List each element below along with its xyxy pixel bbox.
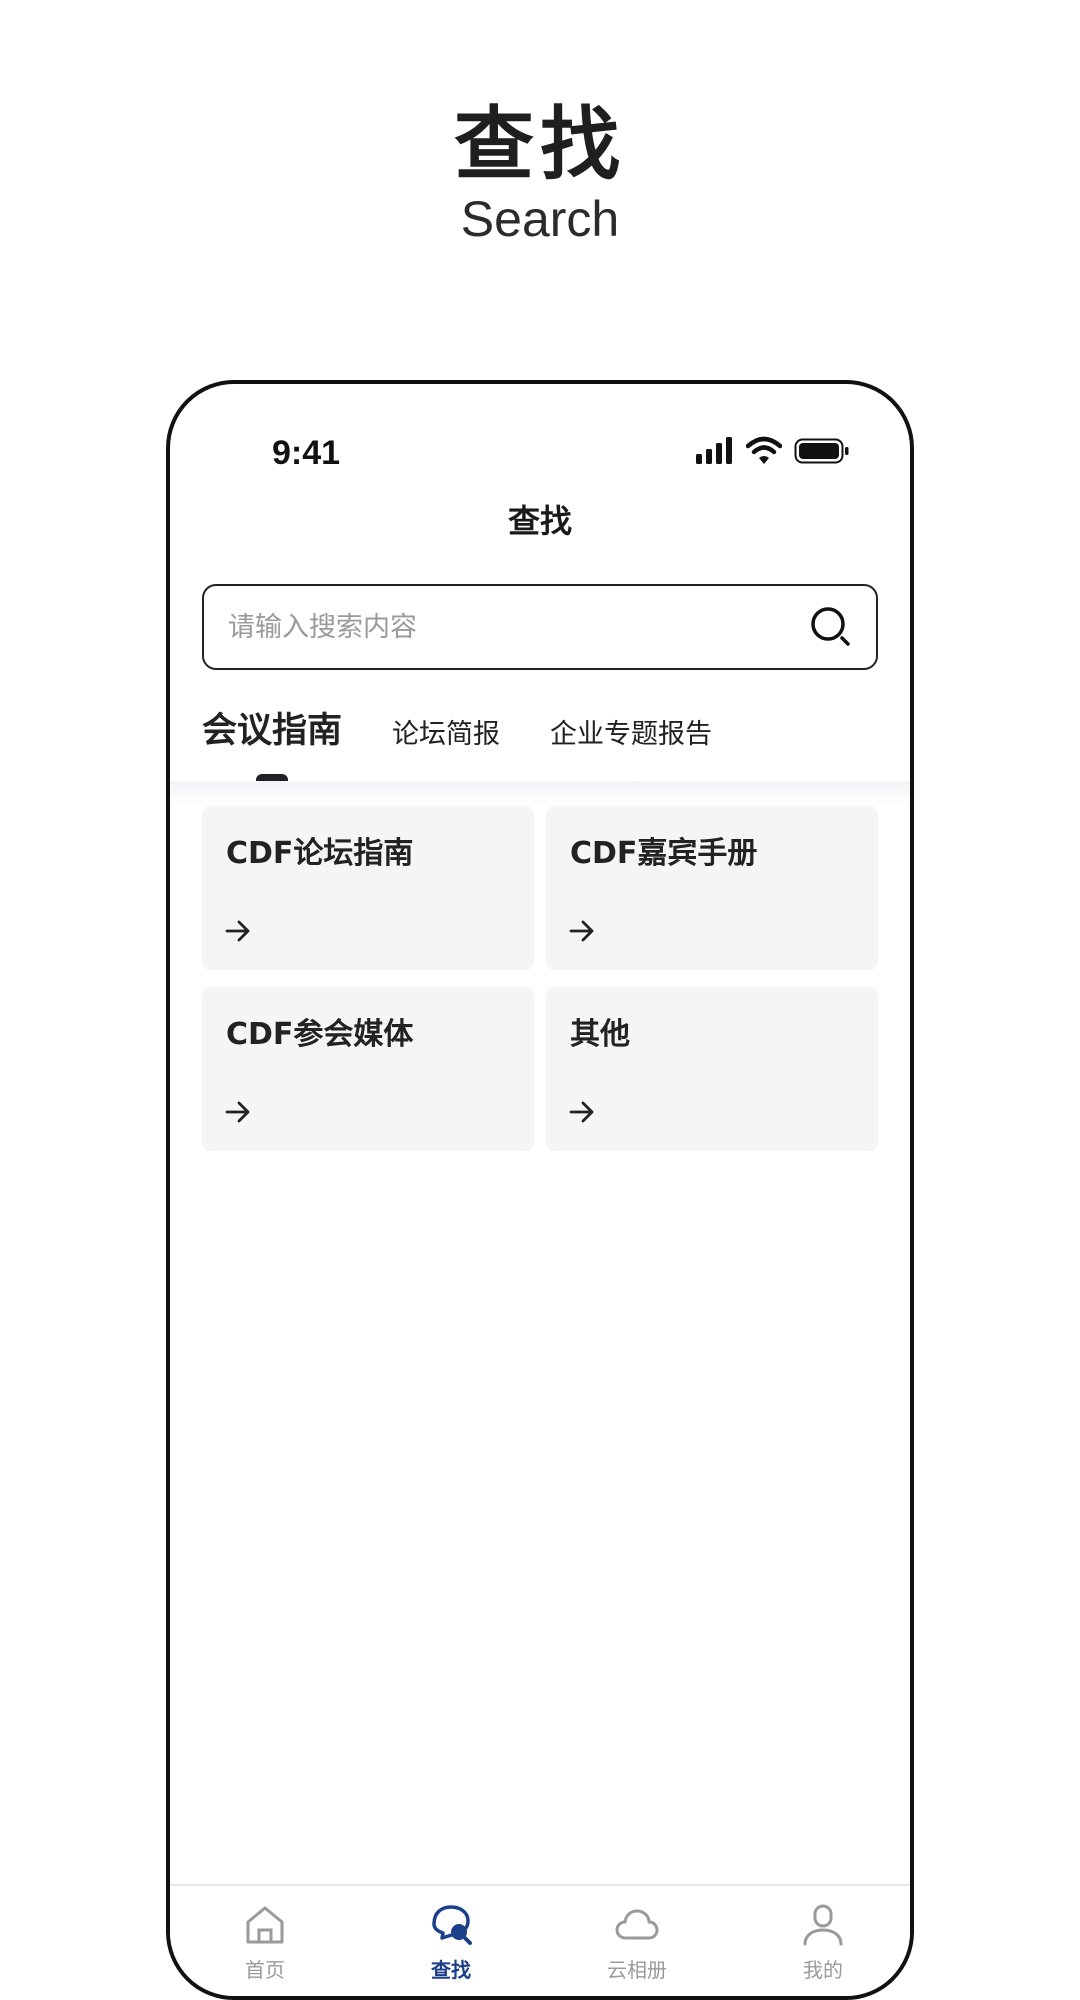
tabbar-label: 云相册 — [607, 1958, 667, 1982]
card-media[interactable]: CDF参会媒体 — [202, 987, 534, 1151]
phone-frame: 9:41 查找 会议指南 论坛简报 企业专题报告 — [166, 380, 914, 2000]
search-tab-icon — [432, 1905, 472, 1945]
arrow-right-icon — [569, 1101, 594, 1123]
arrow-right-icon — [225, 1101, 250, 1123]
hero-title: 查找 — [454, 98, 626, 191]
tabbar-item-home[interactable]: 首页 — [190, 1902, 340, 1983]
arrow-right-icon — [569, 920, 594, 942]
search-icon[interactable] — [808, 604, 854, 650]
card-title: CDF嘉宾手册 — [570, 836, 758, 871]
tabbar-label: 首页 — [245, 1958, 285, 1982]
tab-forum-brief[interactable]: 论坛简报 — [392, 712, 500, 751]
tab-divider-shadow — [170, 781, 910, 807]
user-icon — [803, 1904, 843, 1946]
search-bar[interactable] — [202, 584, 878, 670]
tabbar-item-search[interactable]: 查找 — [376, 1902, 526, 1983]
wifi-icon — [746, 436, 782, 464]
cloud-icon — [615, 1909, 659, 1940]
hero-subtitle: Search — [460, 191, 620, 247]
card-title: 其他 — [570, 1017, 630, 1052]
tab-enterprise-report[interactable]: 企业专题报告 — [550, 712, 712, 751]
tab-meeting-guide[interactable]: 会议指南 — [202, 702, 342, 753]
bottom-tab-bar: 首页 查找 云相册 我的 — [170, 1884, 910, 1996]
tabbar-item-mine[interactable]: 我的 — [748, 1902, 898, 1983]
battery-icon — [794, 438, 849, 464]
status-time: 9:41 — [272, 434, 341, 472]
card-other[interactable]: 其他 — [546, 987, 878, 1151]
card-title: CDF参会媒体 — [226, 1017, 414, 1052]
tabbar-item-cloud-album[interactable]: 云相册 — [562, 1902, 712, 1983]
nav-title: 查找 — [507, 502, 572, 540]
tabbar-label: 我的 — [803, 1958, 843, 1982]
card-forum-guide[interactable]: CDF论坛指南 — [202, 806, 534, 970]
card-grid: CDF论坛指南 CDF嘉宾手册 CDF参会媒体 其他 — [202, 806, 878, 1156]
card-title: CDF论坛指南 — [226, 836, 414, 871]
status-icons — [694, 436, 852, 466]
arrow-right-icon — [225, 920, 250, 942]
tabbar-label: 查找 — [431, 1958, 471, 1982]
search-input[interactable] — [226, 610, 808, 644]
signal-icon — [696, 437, 732, 464]
card-guest-handbook[interactable]: CDF嘉宾手册 — [546, 806, 878, 970]
home-icon — [246, 1906, 284, 1944]
